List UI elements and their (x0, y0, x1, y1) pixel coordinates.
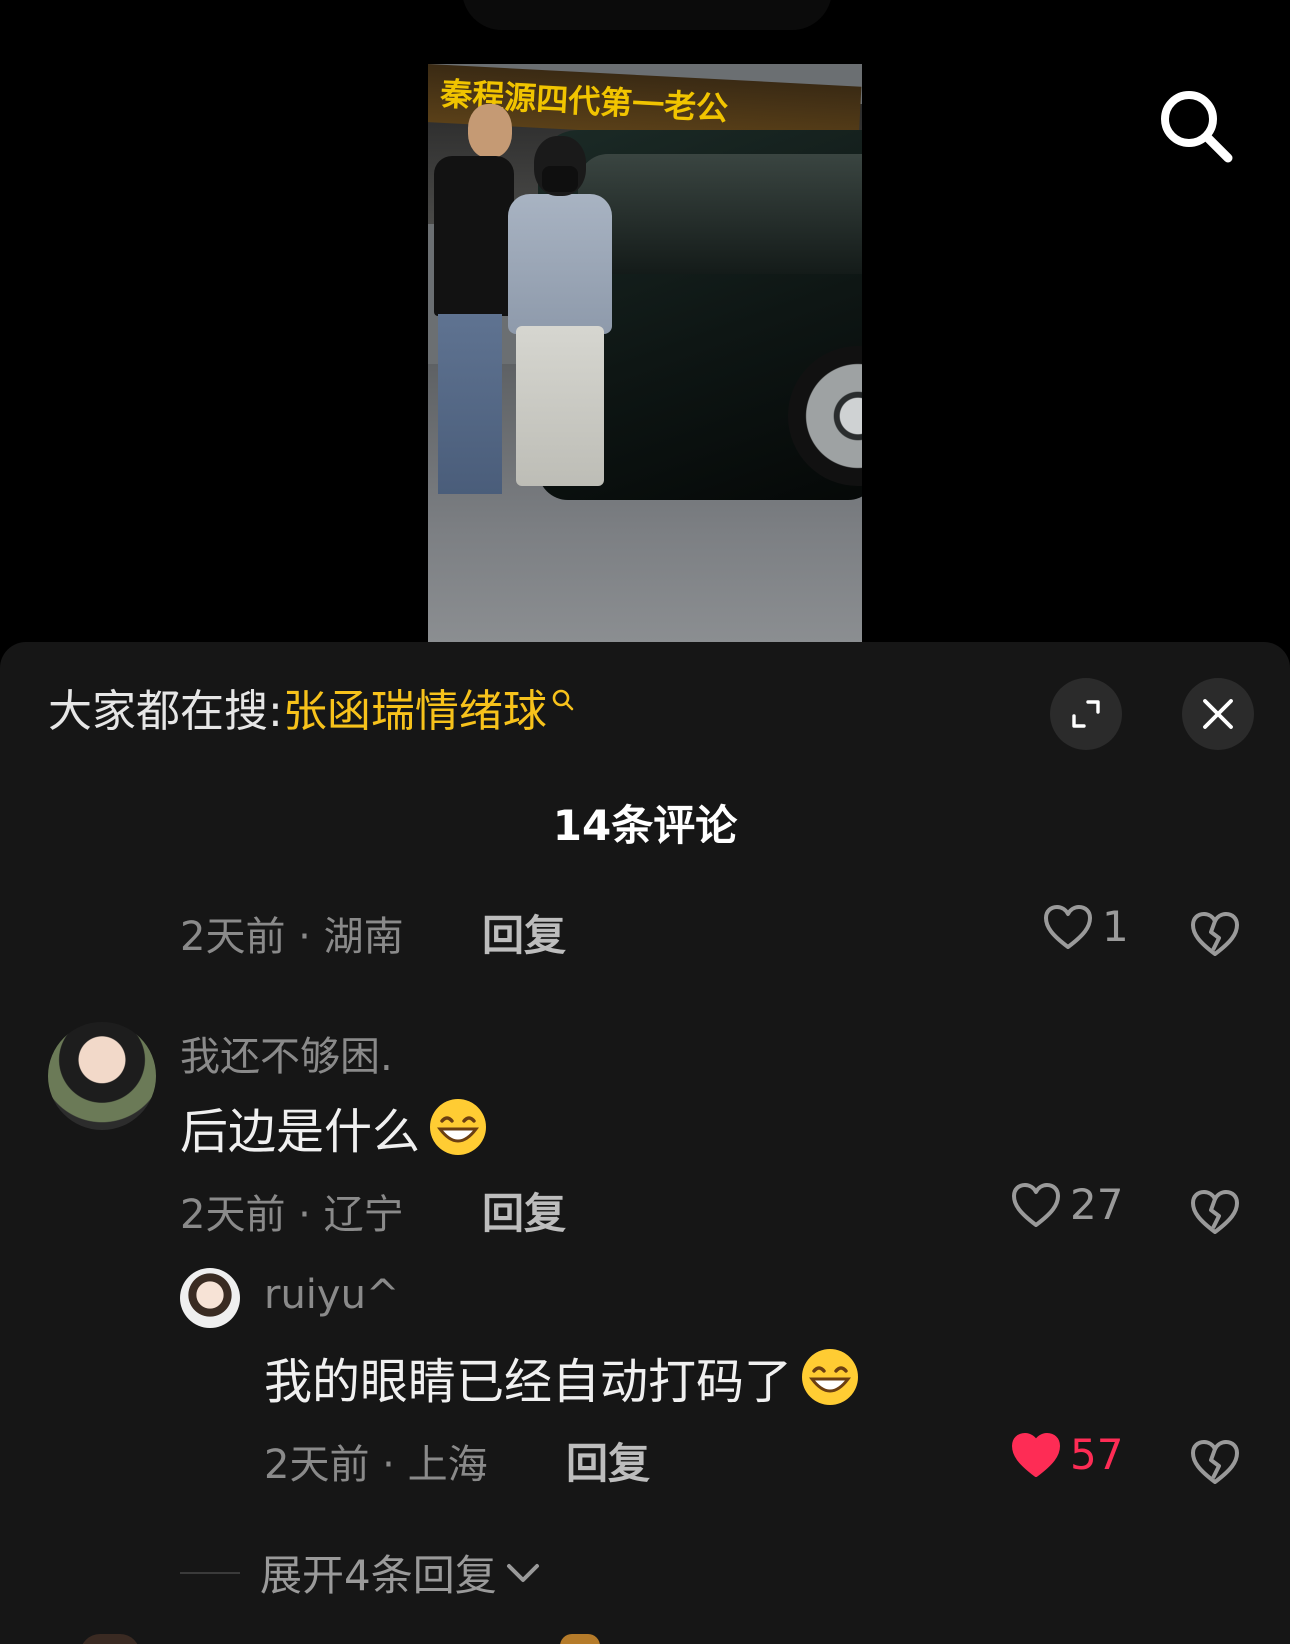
grinning-emoji-icon (802, 1349, 859, 1405)
avatar[interactable] (48, 1022, 156, 1130)
comments-sheet: 大家都在搜:张函瑞情绪球 14条评论 2天前 · 湖南 回复 1 我还不够困. … (0, 642, 1290, 1644)
expand-icon (1072, 700, 1100, 728)
chevron-down-icon (506, 1563, 539, 1582)
status-notch (462, 0, 832, 30)
reply-button[interactable]: 回复 (482, 1180, 566, 1241)
reply-button[interactable]: 回复 (482, 902, 566, 963)
hot-search-link[interactable]: 大家都在搜:张函瑞情绪球 (48, 684, 575, 740)
like-button[interactable]: 27 (1010, 1180, 1123, 1229)
like-button[interactable]: 57 (1010, 1430, 1123, 1479)
comment-time: 2天前 (180, 914, 286, 960)
comments-title: 14条评论 (552, 801, 738, 850)
search-icon (1161, 91, 1233, 163)
like-count: 1 (1102, 902, 1129, 951)
dislike-button[interactable] (1187, 1184, 1243, 1240)
comment-meta: 2天前 · 辽宁 (180, 1192, 404, 1238)
heart-icon (1012, 1432, 1060, 1477)
comment-username[interactable]: 我还不够困. (180, 1024, 393, 1082)
grinning-emoji-icon (430, 1099, 487, 1155)
like-button[interactable]: 1 (1042, 902, 1129, 951)
close-button[interactable] (1182, 678, 1254, 750)
expand-replies-button[interactable]: 展开4条回复 (180, 1542, 543, 1603)
reply-username[interactable]: ruiyu^ (264, 1272, 399, 1318)
next-comment-avatar (80, 1634, 140, 1644)
broken-heart-icon (1191, 1440, 1239, 1484)
expand-button[interactable] (1050, 678, 1122, 750)
reply-meta: 2天前 · 上海 (264, 1442, 488, 1488)
hot-search-term[interactable]: 张函瑞情绪球 (283, 686, 547, 737)
video-player[interactable]: 秦程源四代第一老公 (428, 64, 862, 642)
expand-replies-label: 展开4条回复 (260, 1551, 497, 1600)
dislike-button[interactable] (1187, 906, 1243, 962)
search-button[interactable] (1154, 84, 1238, 168)
dislike-button[interactable] (1187, 1434, 1243, 1490)
like-count: 27 (1070, 1180, 1124, 1229)
broken-heart-icon (1191, 912, 1239, 956)
search-icon (552, 689, 574, 711)
close-icon (1203, 699, 1233, 729)
comment-body: 后边是什么 (180, 1104, 421, 1160)
reply-body: 我的眼睛已经自动打码了 (264, 1354, 793, 1410)
reply-location: 上海 (407, 1442, 488, 1488)
comment-meta: 2天前 · 湖南 (180, 914, 404, 960)
next-comment-emoji (560, 1634, 600, 1644)
like-count: 57 (1070, 1430, 1124, 1479)
reply-button[interactable]: 回复 (566, 1430, 650, 1491)
hot-search-prefix: 大家都在搜: (48, 686, 283, 737)
comment-location: 湖南 (323, 914, 404, 960)
video-person-main (494, 136, 624, 506)
heart-icon (1012, 1182, 1060, 1227)
reply-text: 我的眼睛已经自动打码了 (264, 1342, 860, 1412)
heart-icon (1044, 904, 1092, 949)
comment-time: 2天前 (180, 1192, 286, 1238)
broken-heart-icon (1191, 1190, 1239, 1234)
comment-text: 后边是什么 (180, 1092, 488, 1162)
comment-location: 辽宁 (323, 1192, 404, 1238)
reply-time: 2天前 (264, 1442, 370, 1488)
reply-avatar[interactable] (180, 1268, 240, 1328)
expand-divider (180, 1571, 240, 1574)
